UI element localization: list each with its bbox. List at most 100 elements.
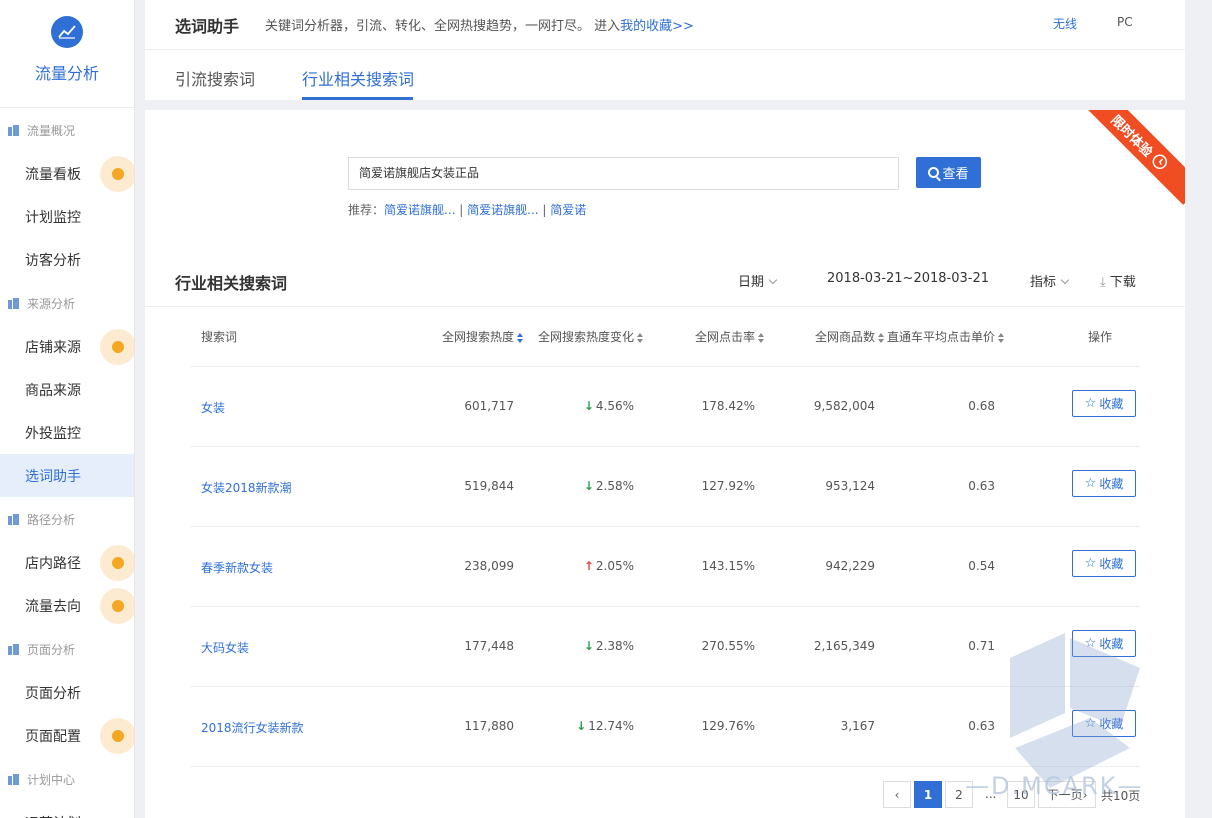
- heat-change-value: 12.74%: [588, 719, 634, 733]
- sidebar-item-label: 访客分析: [25, 252, 81, 269]
- rec-link-1[interactable]: 简爱诺旗舰...: [384, 203, 455, 217]
- search-button[interactable]: 查看: [916, 157, 981, 188]
- sidebar-section: 流量概况: [0, 108, 134, 152]
- tab-bar: 引流搜索词 行业相关搜索词: [145, 50, 1185, 100]
- col-header-heat-change-label: 全网搜索热度变化: [538, 330, 635, 344]
- trend-down-icon: ↓: [576, 719, 587, 733]
- col-header-items[interactable]: 全网商品数: [815, 328, 885, 345]
- sidebar-item[interactable]: 选词助手: [0, 454, 134, 497]
- sidebar-item-label: 商品来源: [25, 382, 81, 399]
- sidebar-item[interactable]: 页面配置: [0, 714, 134, 757]
- keyword-link[interactable]: 2018流行女装新款: [201, 719, 304, 736]
- col-header-heat-change[interactable]: 全网搜索热度变化: [538, 328, 644, 345]
- favorite-button[interactable]: ☆ 收藏: [1072, 710, 1136, 737]
- sidebar-item[interactable]: 访客分析: [0, 238, 134, 281]
- ctr-value: 127.92%: [701, 479, 755, 493]
- keyword-link[interactable]: 女装: [201, 399, 225, 416]
- rec-sep: |: [455, 203, 468, 217]
- sidebar-item[interactable]: 运营计划: [0, 801, 134, 818]
- tab-industry-search-words[interactable]: 行业相关搜索词: [302, 66, 414, 90]
- sidebar-item[interactable]: 流量看板: [0, 152, 134, 195]
- sidebar-section: 计划中心: [0, 757, 134, 801]
- sidebar-item-label: 流量看板: [25, 166, 81, 183]
- favorite-button[interactable]: ☆ 收藏: [1072, 630, 1136, 657]
- cpc-value: 0.54: [968, 559, 995, 573]
- date-range[interactable]: 2018-03-21~2018-03-21: [827, 271, 989, 286]
- sidebar-section-label: 路径分析: [27, 512, 76, 527]
- col-header-cpc-label: 直通车平均点击单价: [887, 330, 996, 344]
- rec-link-2[interactable]: 简爱诺旗舰...: [467, 203, 538, 217]
- items-value: 9,582,004: [813, 399, 875, 413]
- tab-traffic-search-words[interactable]: 引流搜索词: [175, 66, 255, 90]
- star-icon: ☆: [1084, 396, 1097, 411]
- notification-dot-icon: [100, 328, 134, 365]
- heat-change-value: 2.58%: [595, 479, 634, 493]
- sidebar-item[interactable]: 计划监控: [0, 195, 134, 238]
- dot: [112, 729, 124, 742]
- building-icon: [8, 643, 19, 655]
- download-icon: ⤓: [1100, 275, 1106, 290]
- building-icon: [8, 297, 19, 309]
- heat-change-value: 4.56%: [595, 399, 634, 413]
- notification-dot-icon: [100, 717, 134, 754]
- sidebar-item-label: 店内路径: [25, 555, 81, 572]
- heat-change: ↓ 2.38%: [565, 639, 634, 653]
- prev-page-button[interactable]: ‹: [883, 781, 911, 808]
- col-header-heat[interactable]: 全网搜索热度: [442, 328, 524, 345]
- star-icon: ☆: [1084, 636, 1097, 651]
- heat-value: 601,717: [464, 399, 514, 413]
- heat-change: ↓ 2.58%: [565, 479, 634, 493]
- rec-link-3[interactable]: 简爱诺: [550, 203, 586, 217]
- sidebar-item[interactable]: 页面分析: [0, 671, 134, 714]
- keyword-link[interactable]: 春季新款女装: [201, 559, 273, 576]
- metrics-dropdown[interactable]: 指标: [1030, 271, 1070, 290]
- star-icon: ☆: [1084, 556, 1097, 571]
- favorite-label: 收藏: [1099, 477, 1124, 491]
- items-value: 3,167: [840, 719, 875, 733]
- cpc-value: 0.63: [968, 719, 995, 733]
- favorite-button[interactable]: ☆ 收藏: [1072, 550, 1136, 577]
- col-header-ctr[interactable]: 全网点击率: [695, 328, 765, 345]
- building-icon: [8, 513, 19, 525]
- sidebar-section-label: 页面分析: [27, 642, 76, 657]
- sidebar-item-label: 计划监控: [25, 209, 81, 226]
- favorite-label: 收藏: [1099, 557, 1124, 571]
- pc-toggle[interactable]: PC: [1117, 15, 1133, 29]
- line-chart-icon: [51, 16, 83, 48]
- col-header-cpc[interactable]: 直通车平均点击单价: [887, 328, 1005, 345]
- date-dropdown[interactable]: 日期: [738, 271, 778, 290]
- ctr-value: 270.55%: [701, 639, 755, 653]
- keyword-link[interactable]: 大码女装: [201, 639, 249, 656]
- sort-icon: [637, 332, 644, 343]
- wireless-toggle[interactable]: 无线: [1053, 15, 1077, 32]
- heat-change-value: 2.05%: [595, 559, 634, 573]
- page-1-button[interactable]: 1: [914, 781, 942, 808]
- divider: [145, 306, 1185, 307]
- sidebar-item[interactable]: 商品来源: [0, 368, 134, 411]
- top-header: 选词助手 关键词分析器，引流、转化、全网热搜趋势，一网打尽。 进入我的收藏>> …: [145, 0, 1185, 100]
- sidebar-item-label: 页面分析: [25, 685, 81, 702]
- sidebar-item[interactable]: 店铺来源: [0, 325, 134, 368]
- sidebar-item[interactable]: 流量去向: [0, 584, 134, 627]
- my-favorites-link[interactable]: 我的收藏>>: [620, 19, 694, 34]
- sidebar-item[interactable]: 店内路径: [0, 541, 134, 584]
- download-button[interactable]: ⤓ 下载: [1100, 271, 1136, 290]
- ctr-value: 178.42%: [701, 399, 755, 413]
- limited-trial-ribbon: 限时体验: [1077, 110, 1185, 205]
- favorite-button[interactable]: ☆ 收藏: [1072, 390, 1136, 417]
- sidebar-section-label: 流量概况: [27, 123, 76, 138]
- keyword-link[interactable]: 女装2018新款潮: [201, 479, 292, 496]
- search-input[interactable]: 简爱诺旗舰店女装正品: [348, 157, 899, 190]
- favorite-button[interactable]: ☆ 收藏: [1072, 470, 1136, 497]
- sidebar-item[interactable]: 外投监控: [0, 411, 134, 454]
- heat-value: 117,880: [464, 719, 514, 733]
- active-tab-indicator: [302, 97, 413, 100]
- sidebar-item-label: 流量去向: [25, 598, 81, 615]
- recommendations: 推荐：简爱诺旗舰... | 简爱诺旗舰... | 简爱诺: [348, 201, 586, 218]
- notification-dot-icon: [100, 544, 134, 581]
- watermark-text: —D.MCARK—: [965, 772, 1144, 800]
- sidebar-section: 来源分析: [0, 281, 134, 325]
- row-divider: [190, 526, 1140, 527]
- favorite-label: 收藏: [1099, 397, 1124, 411]
- star-icon: ☆: [1084, 476, 1097, 491]
